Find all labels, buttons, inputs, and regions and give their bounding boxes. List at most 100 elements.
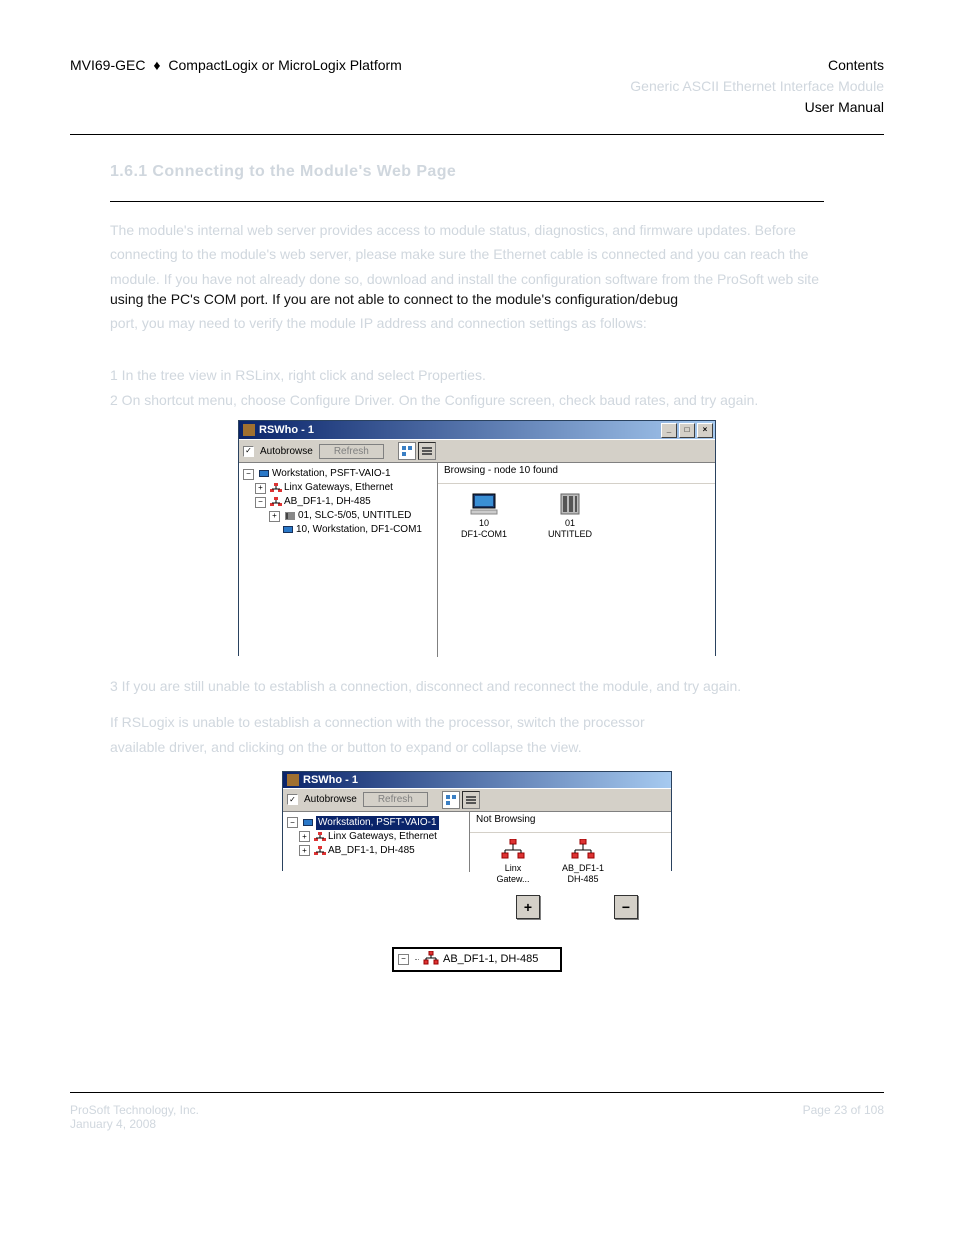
tree-linx[interactable]: + Linx Gateways, Ethernet [287,830,465,844]
gal-10-l1: 10 [479,518,489,529]
product-code: MVI69-GEC [70,57,145,73]
collapse-icon[interactable]: − [287,817,298,828]
plc-icon [555,492,585,518]
header-contents: Contents [630,55,884,76]
snippet-label: AB_DF1-1, DH-485 [443,953,538,965]
p1-l3: module. If you have not already done so,… [110,269,824,289]
page-footer: ProSoft Technology, Inc. January 4, 2008… [70,1103,884,1131]
titlebar[interactable]: RSWho - 1 _ □ × [239,421,715,439]
status-text: Not Browsing [470,812,671,833]
collapse-button[interactable]: − [614,895,638,919]
window-title: RSWho - 1 [259,424,314,436]
collapse-icon[interactable]: − [243,469,254,480]
expand-icon[interactable]: + [255,483,266,494]
computer-icon [469,492,499,518]
tree-root[interactable]: − Workstation, PSFT-VAIO-1 [243,467,433,481]
expand-icon[interactable]: + [269,511,280,522]
network-icon [314,832,326,842]
network-icon [270,497,282,507]
gal-abdf1-l2: DH-485 [567,874,598,885]
collapse-icon[interactable]: − [255,497,266,508]
expand-collapse-row: + − [270,895,884,919]
list-view-icon[interactable] [398,442,416,460]
maximize-button[interactable]: □ [679,423,695,438]
autobrowse-checkbox[interactable]: ✓ [287,794,298,805]
workstation-icon [258,469,270,479]
tree-linx[interactable]: + Linx Gateways, Ethernet [243,481,433,495]
collapse-icon[interactable]: − [398,954,409,965]
rswho-window-1: RSWho - 1 _ □ × ✓ Autobrowse Refresh [238,420,716,656]
right-pane: Browsing - node 10 found 10 DF1-COM1 01 [438,463,715,657]
li1: 1 In the tree view in RSLinx, right clic… [110,365,824,385]
footer-company: ProSoft Technology, Inc. [70,1103,199,1117]
gallery-item-abdf1[interactable]: AB_DF1-1 DH-485 [558,837,608,885]
tree-node01[interactable]: + 01, SLC-5/05, UNTITLED [243,509,433,523]
expand-icon[interactable]: + [299,845,310,856]
right-pane: Not Browsing Linx Gatew... AB_DF1-1 [470,812,671,872]
tree-node01-label: 01, SLC-5/05, UNTITLED [298,509,411,523]
header-right: Contents Generic ASCII Ethernet Interfac… [630,55,884,118]
status-text: Browsing - node 10 found [438,463,715,484]
gallery-item-linx[interactable]: Linx Gatew... [490,837,536,885]
app-icon [287,774,299,786]
p1-l5: port, you may need to verify the module … [110,313,824,333]
network-icon [314,846,326,856]
network-icon [568,837,598,863]
tree-linx-label: Linx Gateways, Ethernet [328,830,437,844]
rswho-window-2: RSWho - 1 ✓ Autobrowse Refresh − [282,771,672,871]
tree-node10[interactable]: 10, Workstation, DF1-COM1 [243,523,433,537]
network-icon [498,837,528,863]
tree-pane[interactable]: − Workstation, PSFT-VAIO-1 + Linx Gatewa… [239,463,438,657]
paragraph-1: The module's internal web server provide… [110,220,824,333]
gal-10-l2: DF1-COM1 [461,529,507,540]
network-icon [270,483,282,493]
expand-button[interactable]: + [516,895,540,919]
workstation-icon [302,818,314,828]
autobrowse-label: Autobrowse [304,794,357,805]
toolbar: ✓ Autobrowse Refresh [239,439,715,463]
refresh-button[interactable]: Refresh [363,792,428,807]
tree-pane[interactable]: − Workstation, PSFT-VAIO-1 + Linx Gatewa… [283,812,470,872]
gallery-item-01[interactable]: 01 UNTITLED [542,492,598,540]
section-heading: 1.6.1 Connecting to the Module's Web Pag… [110,163,824,202]
toolbar: ✓ Autobrowse Refresh [283,788,671,812]
autobrowse-checkbox[interactable]: ✓ [243,446,254,457]
p1-l2: connecting to the module's web server, p… [110,244,824,264]
diamond-icon: ♦ [153,55,160,76]
bt-l2: If RSLogix is unable to establish a conn… [110,712,824,732]
tree-driver[interactable]: + AB_DF1-1, DH-485 [287,844,465,858]
p1-l4: using the PC's COM port. If you are not … [110,289,824,309]
header-left: MVI69-GEC ♦ CompactLogix or MicroLogix P… [70,55,402,118]
icon-view-icon[interactable] [418,442,436,460]
tree-snippet[interactable]: − AB_DF1-1, DH-485 [392,947,562,972]
refresh-button[interactable]: Refresh [319,444,384,459]
plc-icon [284,511,296,521]
gallery-item-10[interactable]: 10 DF1-COM1 [456,492,512,540]
footer-page: Page 23 of 108 [803,1103,884,1131]
close-button[interactable]: × [697,423,713,438]
gal-01-l2: UNTITLED [548,529,592,540]
tree-driver[interactable]: − AB_DF1-1, DH-485 [243,495,433,509]
bt-l1: 3 If you are still unable to establish a… [110,676,824,696]
li2: 2 On shortcut menu, choose Configure Dri… [110,390,824,410]
header-subtitle: Generic ASCII Ethernet Interface Module [630,76,884,97]
autobrowse-label: Autobrowse [260,446,313,457]
tree-root-label: Workstation, PSFT-VAIO-1 [316,816,439,830]
titlebar[interactable]: RSWho - 1 [283,772,671,788]
tree-driver-label: AB_DF1-1, DH-485 [328,844,415,858]
app-icon [243,424,255,436]
icon-view-icon[interactable] [462,791,480,809]
tree-root[interactable]: − Workstation, PSFT-VAIO-1 [287,816,465,830]
workstation-icon [282,525,294,535]
bt-l3: available driver, and clicking on the or… [110,737,824,757]
expand-icon[interactable]: + [299,831,310,842]
tree-root-label: Workstation, PSFT-VAIO-1 [272,467,391,481]
network-icon [423,951,439,968]
window-title: RSWho - 1 [303,774,358,786]
list-view-icon[interactable] [442,791,460,809]
tree-driver-label: AB_DF1-1, DH-485 [284,495,371,509]
page-header: MVI69-GEC ♦ CompactLogix or MicroLogix P… [70,55,884,118]
tree-linx-label: Linx Gateways, Ethernet [284,481,393,495]
gal-linx-l1: Linx [505,863,522,874]
minimize-button[interactable]: _ [661,423,677,438]
